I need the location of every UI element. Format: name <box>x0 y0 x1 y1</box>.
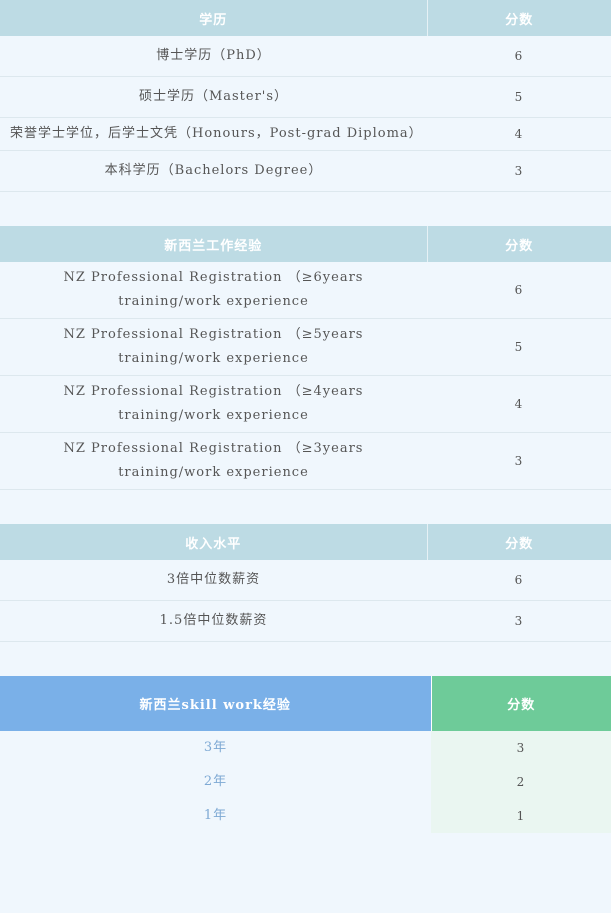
table-row: NZ Professional Registration （≥6years tr… <box>0 262 611 319</box>
row-score: 3 <box>427 432 611 490</box>
row-score: 6 <box>427 36 611 77</box>
table-row: 博士学历（PhD） 6 <box>0 36 611 77</box>
education-header-label: 学历 <box>0 0 428 36</box>
row-score: 5 <box>427 76 611 118</box>
row-score: 3 <box>431 731 611 765</box>
row-score: 3 <box>427 600 611 642</box>
nz-work-header-score: 分数 <box>427 226 611 262</box>
row-score: 1 <box>431 799 611 833</box>
row-score: 6 <box>427 262 611 319</box>
education-table: 学历 分数 博士学历（PhD） 6 硕士学历（Master's） 5 荣誉学士学… <box>0 0 611 192</box>
table-row: 1年 1 <box>0 799 611 833</box>
row-label: NZ Professional Registration （≥4years tr… <box>0 375 427 433</box>
table-row: NZ Professional Registration （≥5years tr… <box>0 318 611 376</box>
income-table: 收入水平 分数 3倍中位数薪资 6 1.5倍中位数薪资 3 <box>0 524 611 642</box>
row-label: NZ Professional Registration （≥6years tr… <box>0 262 427 319</box>
income-header-row: 收入水平 分数 <box>0 524 611 560</box>
row-label: 3倍中位数薪资 <box>0 560 427 601</box>
table-row: 硕士学历（Master's） 5 <box>0 76 611 118</box>
table-row: 2年 2 <box>0 765 611 799</box>
education-header-row: 学历 分数 <box>0 0 611 36</box>
row-label: 博士学历（PhD） <box>0 36 427 77</box>
nz-work-header-label: 新西兰工作经验 <box>0 226 428 262</box>
skill-work-header-row: 新西兰skill work经验 分数 <box>0 676 611 731</box>
row-score: 3 <box>427 150 611 192</box>
row-score: 4 <box>427 117 611 151</box>
education-header-score: 分数 <box>427 0 611 36</box>
row-label: 荣誉学士学位，后学士文凭（Honours，Post-grad Diploma） <box>0 117 427 151</box>
table-row: 1.5倍中位数薪资 3 <box>0 600 611 642</box>
income-header-score: 分数 <box>427 524 611 560</box>
table-row: NZ Professional Registration （≥3years tr… <box>0 432 611 490</box>
row-label: 3年 <box>0 731 431 765</box>
table-row: 本科学历（Bachelors Degree） 3 <box>0 150 611 192</box>
skill-work-header-score: 分数 <box>431 676 611 731</box>
row-score: 5 <box>427 318 611 376</box>
row-score: 6 <box>427 560 611 601</box>
table-row: 荣誉学士学位，后学士文凭（Honours，Post-grad Diploma） … <box>0 117 611 151</box>
row-label: 1年 <box>0 799 431 833</box>
table-row: 3倍中位数薪资 6 <box>0 560 611 601</box>
skill-work-table: 新西兰skill work经验 分数 3年 3 2年 2 1年 1 <box>0 676 611 833</box>
income-header-label: 收入水平 <box>0 524 428 560</box>
table-row: NZ Professional Registration （≥4years tr… <box>0 375 611 433</box>
nz-work-header-row: 新西兰工作经验 分数 <box>0 226 611 262</box>
row-label: NZ Professional Registration （≥3years tr… <box>0 432 427 490</box>
row-label: 硕士学历（Master's） <box>0 76 427 118</box>
row-label: 本科学历（Bachelors Degree） <box>0 150 427 192</box>
skill-work-header-label: 新西兰skill work经验 <box>0 676 432 731</box>
row-label: 1.5倍中位数薪资 <box>0 600 427 642</box>
row-score: 2 <box>431 765 611 799</box>
nz-work-table: 新西兰工作经验 分数 NZ Professional Registration … <box>0 226 611 490</box>
row-label: NZ Professional Registration （≥5years tr… <box>0 318 427 376</box>
row-score: 4 <box>427 375 611 433</box>
table-row: 3年 3 <box>0 731 611 765</box>
row-label: 2年 <box>0 765 431 799</box>
